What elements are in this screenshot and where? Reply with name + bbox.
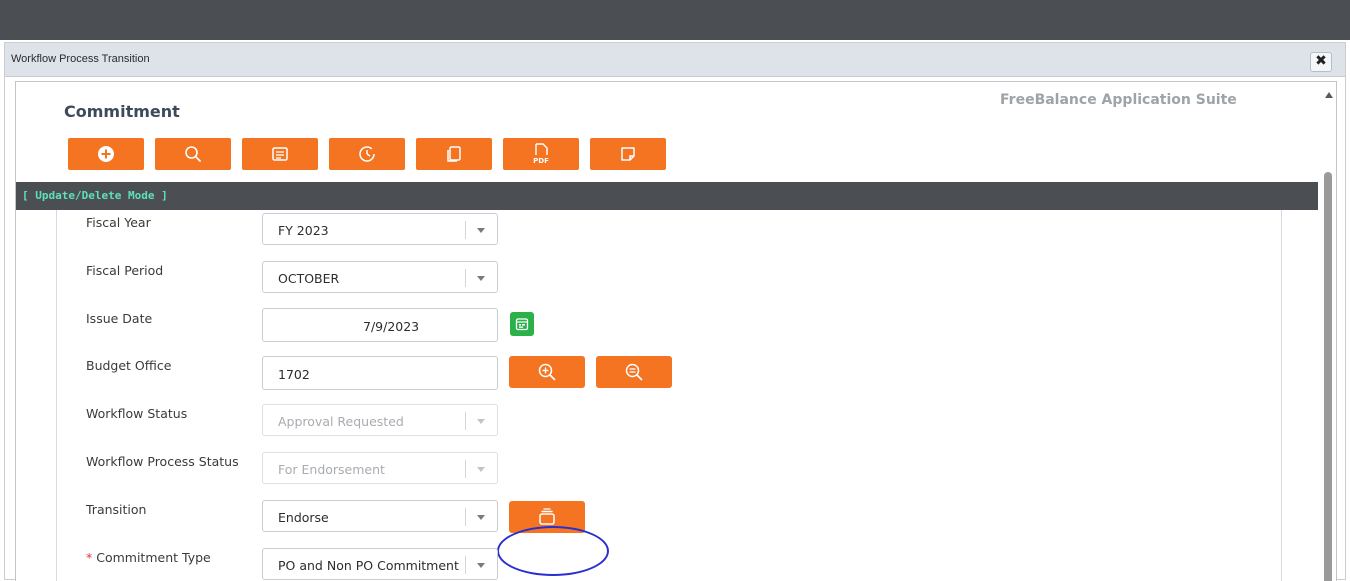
pdf-icon: PDF	[533, 143, 549, 165]
commitment-type-select[interactable]: PO and Non PO Commitment	[262, 548, 498, 580]
transition-value: Endorse	[278, 510, 329, 525]
plus-circle-icon	[98, 146, 114, 162]
scroll-thumb[interactable]	[1324, 172, 1332, 581]
chevron-down-icon	[477, 467, 485, 472]
select-divider	[465, 412, 466, 430]
fiscal-period-value: OCTOBER	[278, 271, 340, 286]
fiscal-period-select[interactable]: OCTOBER	[262, 261, 498, 293]
dialog-title: Workflow Process Transition	[11, 53, 150, 65]
fiscal-period-label: Fiscal Period	[86, 263, 164, 278]
mode-bar: [ Update/Delete Mode ]	[16, 182, 1318, 210]
select-divider	[465, 508, 466, 526]
history-button[interactable]	[329, 138, 405, 170]
stack-icon	[539, 508, 555, 525]
fiscal-year-value: FY 2023	[278, 223, 329, 238]
budget-office-value: 1702	[278, 367, 310, 382]
notes-button[interactable]	[590, 138, 666, 170]
chevron-down-icon	[477, 276, 485, 281]
select-divider	[465, 269, 466, 287]
workflow-status-select: Approval Requested	[262, 404, 498, 436]
transition-select[interactable]: Endorse	[262, 500, 498, 532]
zoom-in-icon	[538, 363, 556, 381]
workflow-transition-dialog: Workflow Process Transition ✖ Commitment…	[4, 42, 1346, 581]
transition-label: Transition	[86, 502, 147, 517]
copy-button[interactable]	[416, 138, 492, 170]
highlight-annotation	[497, 526, 609, 576]
select-divider	[465, 221, 466, 239]
chevron-down-icon	[477, 515, 485, 520]
commitment-type-label-text: Commitment Type	[96, 550, 211, 565]
workflow-status-value: Approval Requested	[278, 414, 404, 429]
note-icon	[621, 147, 635, 161]
list-icon	[272, 147, 288, 161]
workflow-status-label: Workflow Status	[86, 406, 188, 421]
pdf-button[interactable]: PDF	[503, 138, 579, 170]
chevron-down-icon	[477, 563, 485, 568]
select-divider	[465, 460, 466, 478]
details-button[interactable]	[242, 138, 318, 170]
scrollbar[interactable]	[1320, 82, 1336, 581]
scroll-up-icon[interactable]	[1325, 92, 1333, 98]
search-icon	[185, 146, 201, 162]
budget-office-input[interactable]: 1702	[262, 356, 498, 390]
budget-office-details-button[interactable]	[596, 356, 672, 388]
dialog-title-bar: Workflow Process Transition ✖	[5, 43, 1345, 77]
form-panel	[56, 210, 1282, 581]
workflow-process-status-label: Workflow Process Status	[86, 454, 239, 469]
chevron-down-icon	[477, 419, 485, 424]
close-button[interactable]: ✖	[1310, 52, 1332, 72]
chevron-down-icon	[477, 228, 485, 233]
workflow-process-status-value: For Endorsement	[278, 462, 385, 477]
commitment-type-value: PO and Non PO Commitment	[278, 558, 459, 573]
calendar-button[interactable]	[510, 312, 534, 336]
issue-date-value: 7/9/2023	[363, 319, 420, 334]
fiscal-year-label: Fiscal Year	[86, 215, 151, 230]
fiscal-year-select[interactable]: FY 2023	[262, 213, 498, 245]
clock-icon	[359, 146, 375, 162]
issue-date-label: Issue Date	[86, 311, 153, 326]
page-title: Commitment	[64, 102, 180, 121]
search-button[interactable]	[155, 138, 231, 170]
commitment-type-label: * Commitment Type	[86, 550, 211, 565]
search-details-icon	[625, 363, 643, 381]
issue-date-input[interactable]: 7/9/2023	[262, 308, 498, 342]
select-divider	[465, 556, 466, 574]
pdf-label: PDF	[533, 157, 549, 165]
workflow-process-status-select: For Endorsement	[262, 452, 498, 484]
mode-label: [ Update/Delete Mode ]	[22, 189, 168, 202]
budget-office-lookup-button[interactable]	[509, 356, 585, 388]
add-button[interactable]	[68, 138, 144, 170]
budget-office-label: Budget Office	[86, 358, 172, 373]
suite-title: FreeBalance Application Suite	[1000, 92, 1237, 108]
top-bar	[0, 0, 1350, 40]
dialog-content: Commitment FreeBalance Application Suite	[15, 81, 1337, 581]
required-marker: *	[86, 550, 93, 565]
copy-icon	[447, 146, 461, 162]
calendar-icon	[515, 318, 529, 331]
